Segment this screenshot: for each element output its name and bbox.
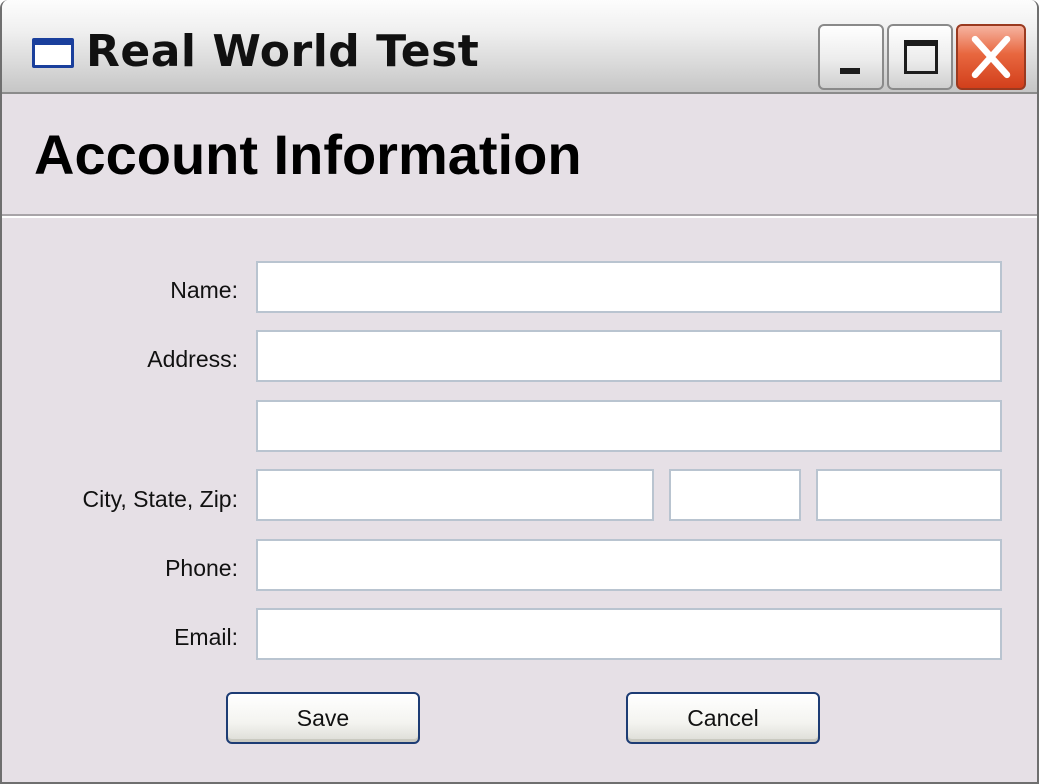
phone-input[interactable] [256, 539, 1002, 591]
save-button[interactable]: Save [226, 692, 420, 744]
close-icon [971, 35, 1011, 79]
zip-input[interactable] [816, 469, 1002, 521]
window-title: Real World Test [86, 26, 480, 77]
address-line1-input[interactable] [256, 330, 1002, 382]
page-title: Account Information [34, 123, 582, 186]
city-state-zip-label: City, State, Zip: [82, 486, 238, 512]
maximize-button[interactable] [887, 24, 953, 90]
form-header: Account Information [2, 96, 1037, 218]
name-label: Name: [170, 277, 238, 303]
app-window: Real World Test Account Information Name… [0, 0, 1039, 784]
minimize-button[interactable] [818, 24, 884, 90]
window-icon [32, 38, 74, 68]
city-input[interactable] [256, 469, 654, 521]
address-line2-input[interactable] [256, 400, 1002, 452]
phone-label: Phone: [165, 555, 238, 581]
maximize-icon [904, 40, 938, 74]
name-input[interactable] [256, 261, 1002, 313]
close-button[interactable] [956, 24, 1026, 90]
cancel-button[interactable]: Cancel [626, 692, 820, 744]
address-label: Address: [147, 346, 238, 372]
minimize-icon [840, 68, 860, 74]
email-input[interactable] [256, 608, 1002, 660]
title-bar[interactable]: Real World Test [2, 0, 1037, 94]
state-input[interactable] [669, 469, 801, 521]
email-label: Email: [174, 624, 238, 650]
